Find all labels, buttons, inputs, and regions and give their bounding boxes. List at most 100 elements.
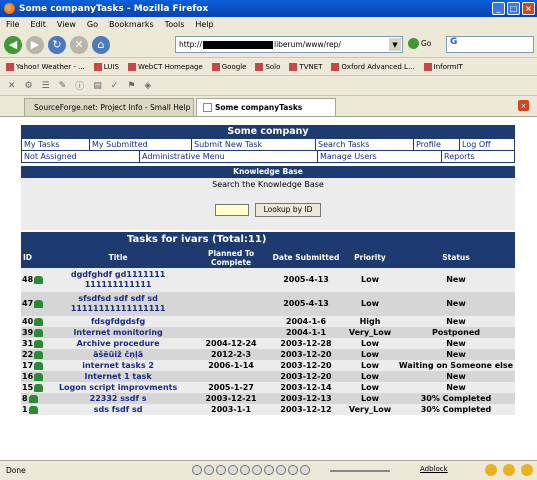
task-title-link[interactable]: internet tasks 2	[43, 360, 194, 371]
extension-icon[interactable]: ◈	[144, 81, 151, 91]
task-title-link[interactable]: sfsdfsd sdf sdf sd 11111111111111111	[43, 292, 194, 316]
media-button-icon[interactable]	[276, 465, 286, 475]
user-icon	[34, 383, 44, 392]
table-row[interactable]: 22 āšēūiž čņļā 2012-2-3 2003-12-20 Low New	[21, 349, 515, 360]
user-icon	[34, 275, 44, 284]
stop-icon[interactable]: ✕	[70, 35, 88, 54]
menu-edit[interactable]: Edit	[30, 20, 46, 29]
task-title-link[interactable]: dgdfghdf gd1111111 111111111111	[43, 268, 194, 292]
menu-manage-users[interactable]: Manage Users	[318, 151, 442, 163]
extension-icon[interactable]: ▤	[93, 81, 102, 91]
minimize-button[interactable]: _	[492, 2, 505, 15]
status-icon[interactable]	[503, 464, 515, 476]
home-icon[interactable]: ⌂	[92, 35, 110, 54]
extension-icon[interactable]: ✓	[111, 81, 119, 91]
col-status[interactable]: Status	[396, 247, 515, 268]
table-row[interactable]: 16 Internet 1 task 2003-12-20 Low New	[21, 371, 515, 382]
task-title-link[interactable]: fdsgfdgdsfg	[43, 316, 194, 327]
extension-icon[interactable]: ✕	[8, 81, 16, 91]
reload-icon[interactable]: ↻	[48, 35, 66, 54]
task-title-link[interactable]: 22332 ssdf s	[43, 393, 194, 404]
url-field[interactable]: http:// liberum/www/rep/ ▼	[175, 36, 403, 53]
col-title[interactable]: Title	[43, 247, 194, 268]
go-button[interactable]: Go	[408, 38, 431, 49]
media-button-icon[interactable]	[204, 465, 214, 475]
menu-view[interactable]: View	[57, 20, 76, 29]
media-button-icon[interactable]	[216, 465, 226, 475]
table-row[interactable]: 8 22332 ssdf s 2003-12-21 2003-12-13 Low 30% …	[21, 393, 515, 404]
media-button-icon[interactable]	[240, 465, 250, 475]
maximize-button[interactable]: □	[507, 2, 520, 15]
col-id[interactable]: ID	[21, 247, 44, 268]
tab-bar: SourceForge.net: Project Info - Small He…	[0, 96, 537, 116]
bookmark-item[interactable]: WebCT Homepage	[127, 62, 203, 71]
bookmark-item[interactable]: Google	[211, 62, 246, 71]
task-title-link[interactable]: Archive procedure	[43, 338, 194, 349]
close-window-button[interactable]: ×	[522, 2, 535, 15]
menu-reports[interactable]: Reports	[442, 151, 515, 163]
media-button-icon[interactable]	[192, 465, 202, 475]
search-input[interactable]: G	[446, 36, 534, 53]
extension-icon[interactable]: ⓘ	[75, 79, 84, 92]
lookup-button[interactable]: Lookup by ID	[255, 203, 321, 217]
url-dropdown-icon[interactable]: ▼	[389, 38, 401, 51]
task-id-cell: 47	[21, 292, 44, 316]
menu-log-off[interactable]: Log Off	[460, 139, 515, 151]
table-row[interactable]: 31 Archive procedure 2004-12-24 2003-12-28 L…	[21, 338, 515, 349]
media-button-icon[interactable]	[288, 465, 298, 475]
media-button-icon[interactable]	[264, 465, 274, 475]
table-row[interactable]: 15 Logon script improvments 2005-1-27 2003-…	[21, 382, 515, 393]
menu-administrative[interactable]: Administrative Menu	[140, 151, 318, 163]
back-icon[interactable]: ◀	[4, 35, 22, 54]
user-icon	[28, 394, 38, 403]
close-tab-icon[interactable]: ×	[518, 100, 529, 111]
volume-slider[interactable]	[330, 470, 390, 472]
menu-bookmarks[interactable]: Bookmarks	[109, 20, 154, 29]
bookmark-item[interactable]: Oxford Advanced L...	[331, 62, 415, 71]
menu-file[interactable]: File	[6, 20, 19, 29]
menu-go[interactable]: Go	[87, 20, 98, 29]
table-row[interactable]: 1 sds fsdf sd 2003-1-1 2003-12-12 Very_Low 30…	[21, 404, 515, 415]
extension-icon[interactable]: ⚙	[25, 81, 33, 91]
kb-id-input[interactable]	[215, 204, 249, 216]
media-button-icon[interactable]	[252, 465, 262, 475]
menu-submit-new-task[interactable]: Submit New Task	[192, 139, 316, 151]
extension-icon[interactable]: ☰	[42, 81, 50, 91]
extension-icon[interactable]: ✎	[59, 81, 67, 91]
table-row[interactable]: 39 Internet monitoring 2004-1-1 Very_Low Pos…	[21, 327, 515, 338]
status-cell: New	[396, 268, 515, 292]
media-button-icon[interactable]	[300, 465, 310, 475]
task-title-link[interactable]: Internet 1 task	[43, 371, 194, 382]
col-submitted[interactable]: Date Submitted	[269, 247, 343, 268]
menu-help[interactable]: Help	[195, 20, 213, 29]
menu-not-assigned[interactable]: Not Assigned	[22, 151, 140, 163]
media-button-icon[interactable]	[228, 465, 238, 475]
table-row[interactable]: 17 internet tasks 2 2006-1-14 2003-12-20 Low…	[21, 360, 515, 371]
adblock-link[interactable]: Adblock	[420, 465, 448, 473]
tab-some-company[interactable]: Some companyTasks	[196, 98, 336, 116]
task-title-link[interactable]: sds fsdf sd	[43, 404, 194, 415]
bookmark-item[interactable]: Solo	[255, 62, 280, 71]
menu-profile[interactable]: Profile	[414, 139, 460, 151]
task-title-link[interactable]: Logon script improvments	[43, 382, 194, 393]
status-icon[interactable]	[521, 464, 533, 476]
menu-search-tasks[interactable]: Search Tasks	[316, 139, 414, 151]
table-row[interactable]: 47 sfsdfsd sdf sdf sd 11111111111111111 20…	[21, 292, 515, 316]
bookmark-item[interactable]: Yahoo! Weather - ...	[6, 62, 85, 71]
bookmark-item[interactable]: InformIT	[423, 62, 463, 71]
forward-icon[interactable]: ▶	[26, 35, 44, 54]
table-row[interactable]: 40 fdsgfdgdsfg 2004-1-6 High New	[21, 316, 515, 327]
tab-sourceforge[interactable]: SourceForge.net: Project Info - Small He…	[24, 98, 194, 116]
extension-icon[interactable]: ⚑	[127, 81, 135, 91]
col-planned[interactable]: Planned To Complete	[193, 247, 270, 268]
table-row[interactable]: 48 dgdfghdf gd1111111 111111111111 2005-4-…	[21, 268, 515, 292]
col-priority[interactable]: Priority	[343, 247, 397, 268]
bookmark-item[interactable]: LUIS	[93, 62, 119, 71]
task-title-link[interactable]: Internet monitoring	[43, 327, 194, 338]
bookmark-item[interactable]: TVNET	[289, 62, 322, 71]
menu-tools[interactable]: Tools	[165, 20, 185, 29]
menu-my-tasks[interactable]: My Tasks	[22, 139, 90, 151]
task-title-link[interactable]: āšēūiž čņļā	[43, 349, 194, 360]
menu-my-submitted[interactable]: My Submitted	[90, 139, 192, 151]
status-icon[interactable]	[485, 464, 497, 476]
